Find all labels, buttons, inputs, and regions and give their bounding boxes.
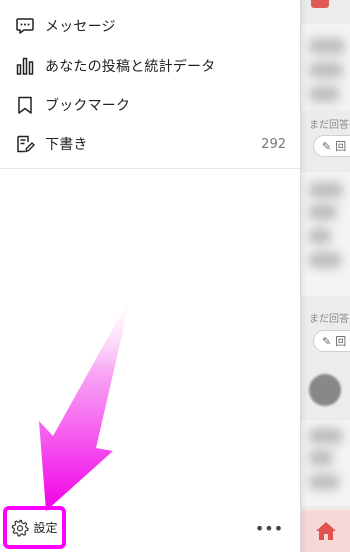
bookmark-icon [14,94,36,116]
home-icon [315,522,336,540]
avatar [309,374,341,406]
menu-item-bookmarks[interactable]: ブックマーク [0,85,300,125]
more-button[interactable]: ••• [254,518,284,538]
pencil-icon: ✎ [322,334,332,348]
gear-icon [11,519,30,537]
menu-item-label: 下書き [45,137,88,153]
message-icon [14,15,36,37]
answer-hint: まだ回答 [309,314,349,325]
menu-item-label: あなたの投稿と統計データ [45,59,216,75]
feed-card [301,24,350,110]
answer-button-label: 回 [335,140,347,153]
menu-item-messages[interactable]: メッセージ [0,6,300,46]
side-drawer: メッセージ あなたの投稿と統計データ ブックマーク 下書き 292 設定 ••• [0,0,301,552]
answer-hint: まだ回答 [309,120,349,131]
answer-button[interactable]: ✎ 回 [313,330,350,352]
background-feed: まだ回答 ✎ 回 まだ回答 ✎ 回 [301,0,350,552]
menu-item-stats[interactable]: あなたの投稿と統計データ [0,46,300,86]
draft-icon [14,133,36,155]
feed-card [301,172,350,296]
home-tab[interactable] [301,510,350,552]
answer-button-label: 回 [335,335,347,348]
answer-button[interactable]: ✎ 回 [313,135,350,157]
settings-label: 設定 [33,521,58,535]
more-icon: ••• [254,518,284,538]
draft-count: 292 [261,136,286,152]
menu-item-label: メッセージ [45,19,116,35]
menu-item-label: ブックマーク [45,98,131,114]
divider [0,168,300,169]
bar-chart-icon [14,55,36,77]
brand-badge [311,0,329,8]
settings-button[interactable]: 設定 [3,506,66,549]
menu-item-drafts[interactable]: 下書き 292 [0,124,300,164]
feed-card [301,420,350,506]
pencil-icon: ✎ [322,139,332,153]
